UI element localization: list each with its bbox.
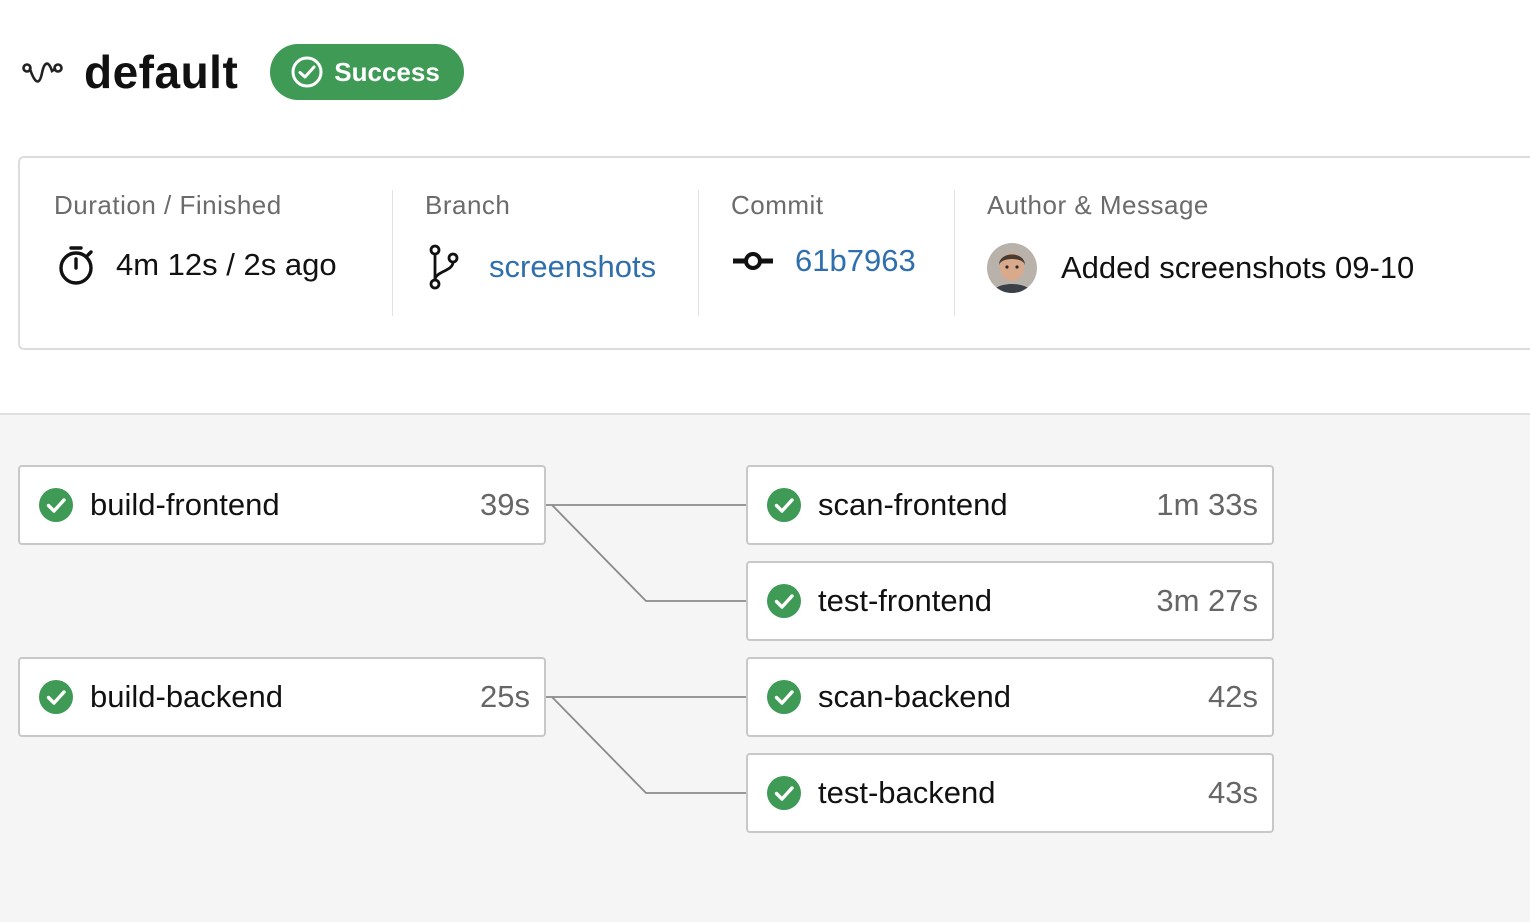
job-name: build-frontend	[90, 487, 280, 522]
link-build-frontend-test-frontend	[551, 504, 748, 602]
job-graph: build-frontend 39s build-backend 25s sca…	[0, 413, 1530, 922]
divider	[954, 190, 955, 316]
branch-section: Branch screenshots	[425, 190, 656, 316]
status-label: Success	[334, 56, 440, 87]
job-build-frontend[interactable]: build-frontend 39s	[18, 465, 546, 545]
check-circle-icon	[767, 488, 801, 522]
author-label: Author & Message	[987, 190, 1209, 220]
divider	[392, 190, 393, 316]
check-circle-icon	[39, 680, 73, 714]
branch-label: Branch	[425, 190, 511, 220]
job-scan-backend[interactable]: scan-backend 42s	[746, 657, 1274, 737]
author-section: Author & Message Added screenshots 09-10	[987, 190, 1414, 316]
check-circle-icon	[767, 680, 801, 714]
job-duration: 39s	[480, 487, 530, 522]
commit-section: Commit 61b7963	[731, 190, 916, 316]
stopwatch-icon	[59, 246, 93, 285]
git-commit-icon	[733, 252, 773, 270]
duration-value: 4m 12s / 2s ago	[116, 247, 337, 282]
link-build-backend-test-backend	[551, 696, 748, 794]
branch-link[interactable]: screenshots	[489, 249, 656, 285]
check-circle-icon	[767, 584, 801, 618]
job-test-backend[interactable]: test-backend 43s	[746, 753, 1274, 833]
avatar-image	[987, 243, 1037, 293]
status-badge: Success	[270, 44, 464, 100]
job-name: test-frontend	[818, 583, 993, 618]
duration-section: Duration / Finished 4m 12s / 2s ago	[54, 190, 337, 316]
job-duration: 25s	[480, 679, 530, 714]
job-name: scan-frontend	[818, 487, 1008, 522]
job-duration: 1m 33s	[1156, 487, 1258, 522]
pipeline-info-card: Duration / Finished 4m 12s / 2s ago Bran…	[18, 156, 1530, 350]
duration-label: Duration / Finished	[54, 190, 282, 220]
commit-message: Added screenshots 09-10	[1061, 250, 1415, 285]
job-build-backend[interactable]: build-backend 25s	[18, 657, 546, 737]
pipeline-header: default Success	[22, 44, 464, 100]
check-circle-icon	[291, 56, 323, 88]
job-duration: 43s	[1208, 775, 1258, 810]
check-circle-icon	[39, 488, 73, 522]
job-name: build-backend	[90, 679, 284, 714]
commit-label: Commit	[731, 190, 824, 220]
job-name: scan-backend	[818, 679, 1012, 714]
job-test-frontend[interactable]: test-frontend 3m 27s	[746, 561, 1274, 641]
pipeline-icon	[22, 62, 63, 83]
commit-link[interactable]: 61b7963	[795, 243, 916, 279]
page-title: default	[84, 46, 239, 98]
git-branch-icon	[429, 244, 459, 290]
divider	[698, 190, 699, 316]
job-name: test-backend	[818, 775, 996, 810]
avatar[interactable]	[987, 243, 1037, 293]
check-circle-icon	[767, 776, 801, 810]
job-duration: 42s	[1208, 679, 1258, 714]
job-scan-frontend[interactable]: scan-frontend 1m 33s	[746, 465, 1274, 545]
job-duration: 3m 27s	[1156, 583, 1258, 618]
